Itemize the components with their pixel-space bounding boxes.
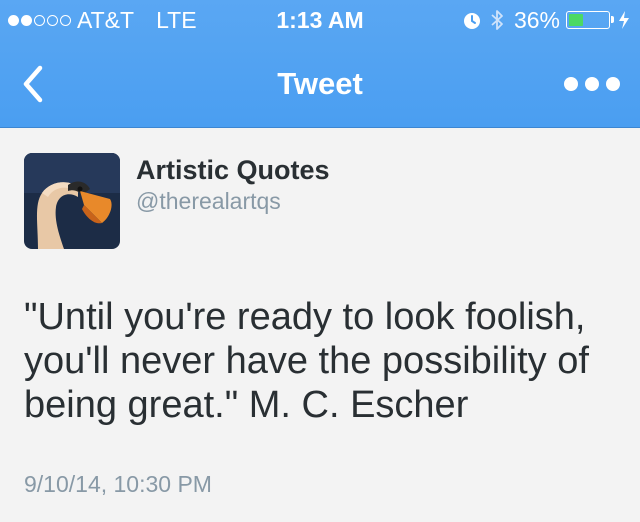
username-handle[interactable]: @therealartqs: [136, 188, 281, 214]
header-divider: [0, 127, 640, 128]
tweet-text-line: "Until you're ready to look foolish,: [24, 296, 586, 338]
navigation-bar: Tweet: [0, 40, 640, 128]
display-name[interactable]: Artistic Quotes: [136, 155, 330, 185]
battery-percent: 36%: [513, 7, 560, 33]
tweet-text-line: you'll never have the possibility of: [24, 340, 589, 382]
tweet-text-line: being great." M. C. Escher: [24, 384, 469, 426]
battery-level-fill: [569, 14, 583, 26]
more-dot-icon: [585, 77, 599, 91]
more-dot-icon: [564, 77, 578, 91]
avatar[interactable]: [24, 153, 120, 249]
swan-avatar-image: [24, 153, 120, 249]
alarm-clock-icon: [463, 13, 480, 29]
bluetooth-icon: [491, 10, 503, 30]
tweet-text: "Until you're ready to look foolish, you…: [24, 295, 624, 427]
charging-bolt-icon: [619, 11, 629, 29]
more-dot-icon: [606, 77, 620, 91]
tweet-timestamp: 9/10/14, 10:30 PM: [24, 471, 212, 497]
page-title: Tweet: [277, 66, 363, 101]
more-options-button[interactable]: [564, 70, 620, 98]
battery-icon: [566, 11, 614, 29]
status-right: 36%: [462, 7, 630, 33]
status-bar: AT&T LTE 1:13 AM 36%: [0, 0, 640, 40]
app-header: AT&T LTE 1:13 AM 36% Tweet: [0, 0, 640, 128]
